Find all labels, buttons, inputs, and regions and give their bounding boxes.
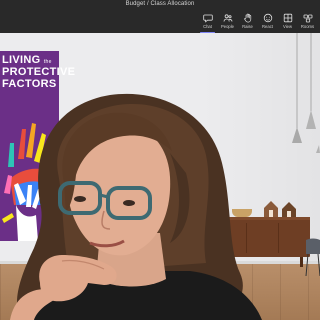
chat-icon [202, 14, 213, 23]
video-feed: LIVING the PROTECTIVE FACTORS [0, 33, 320, 320]
raise-hand-icon [243, 13, 251, 23]
meeting-top-bar: Budget / Class Allocation Chat People Ra… [0, 0, 320, 33]
people-icon [223, 14, 232, 22]
window-title: Budget / Class Allocation [125, 1, 195, 7]
react-label: React [262, 24, 273, 29]
rooms-icon [303, 14, 312, 23]
view-icon [283, 13, 292, 23]
react-button[interactable]: React [258, 11, 277, 32]
participant-video [10, 93, 262, 320]
chat-label: Chat [203, 24, 212, 29]
raise-hand-button[interactable]: Raise [238, 11, 257, 32]
rooms-label: Rooms [300, 24, 315, 29]
people-label: People [220, 24, 235, 29]
react-icon [263, 13, 272, 23]
rooms-button[interactable]: Rooms [298, 11, 317, 32]
meeting-toolbar: Chat People Raise React View Rooms [198, 11, 317, 33]
raise-label: Raise [242, 24, 253, 29]
people-button[interactable]: People [218, 11, 237, 32]
view-label: View [282, 24, 292, 29]
chat-button[interactable]: Chat [198, 11, 217, 33]
view-button[interactable]: View [278, 11, 297, 32]
